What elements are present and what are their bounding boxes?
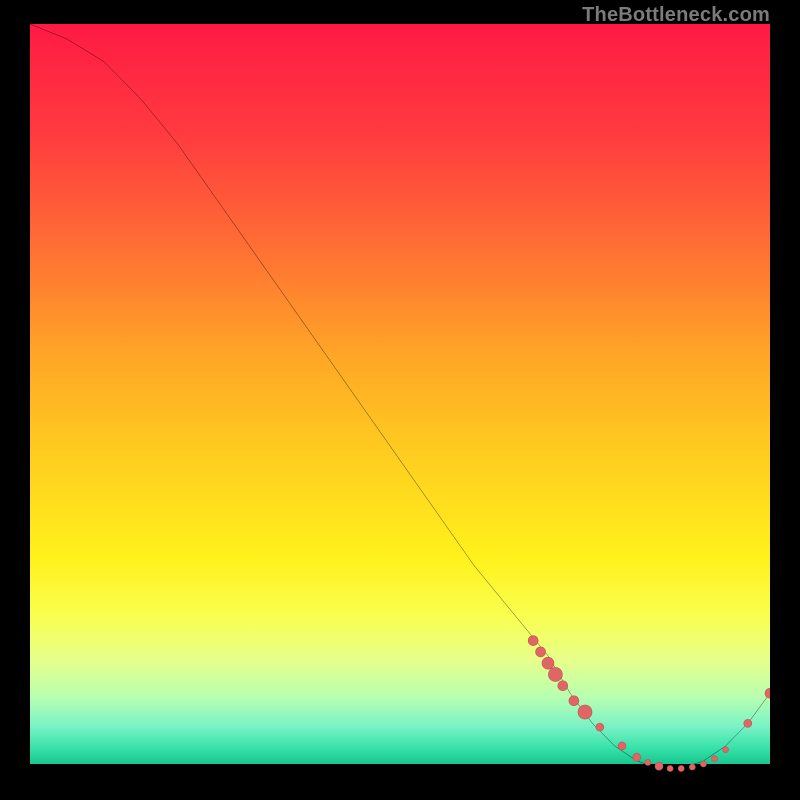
data-point — [655, 762, 663, 770]
data-point — [542, 657, 554, 669]
data-point — [569, 696, 579, 706]
data-point — [528, 636, 538, 646]
points-layer — [30, 24, 770, 776]
data-point — [723, 747, 729, 753]
chart-stage: TheBottleneck.com — [0, 0, 800, 800]
data-point — [667, 765, 673, 771]
data-point — [712, 756, 718, 762]
data-point — [558, 681, 568, 691]
data-point — [578, 705, 592, 719]
data-point — [744, 719, 752, 727]
scatter-points — [528, 636, 770, 772]
data-point — [700, 761, 706, 767]
data-point — [536, 647, 546, 657]
data-point — [765, 688, 770, 698]
data-point — [633, 753, 641, 761]
data-point — [548, 667, 562, 681]
data-point — [596, 723, 604, 731]
data-point — [618, 742, 626, 750]
data-point — [689, 764, 695, 770]
data-point — [678, 765, 684, 771]
data-point — [645, 759, 651, 765]
plot-area — [30, 24, 770, 776]
